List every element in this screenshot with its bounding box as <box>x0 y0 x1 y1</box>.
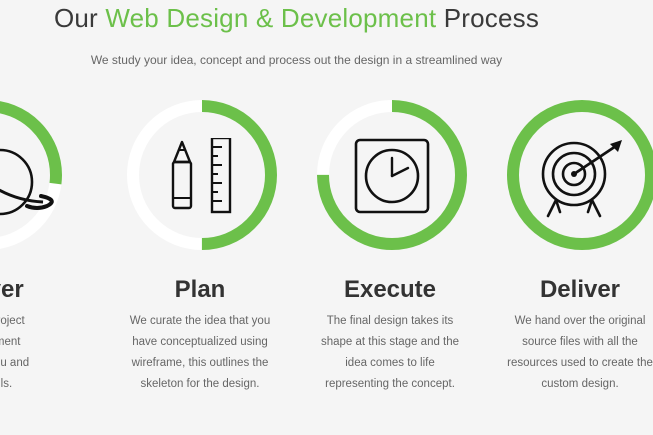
desc-line: have conceptualized using <box>132 336 268 348</box>
desc-line: sely with you and <box>0 357 30 369</box>
desc-line: tand the project <box>0 315 25 327</box>
desc-line: source files with all the <box>522 336 638 348</box>
desc-line: d requirement <box>0 336 21 348</box>
desc-line: idea comes to life <box>345 357 435 369</box>
desc-line: wn details. <box>0 378 13 390</box>
desc-line: shape at this stage and the <box>320 336 460 348</box>
section-subtitle: We study your idea, concept and process … <box>90 53 503 67</box>
step-title: Plan <box>174 276 226 303</box>
planet-icon <box>0 148 54 216</box>
desc-line: representing the concept. <box>325 378 455 390</box>
title-accent: Web Design & Development <box>105 3 437 33</box>
title-suffix: Process <box>443 3 540 33</box>
clock-icon <box>354 138 430 214</box>
step-title: scover <box>0 276 24 303</box>
pencil-ruler-icon <box>171 138 232 214</box>
desc-line: custom design. <box>541 378 619 390</box>
section-title: Our Web Design & Development Process <box>0 3 593 34</box>
process-section: Our Web Design & Development Process We … <box>0 0 653 435</box>
step-description: We curate the idea that you have concept… <box>100 311 300 395</box>
title-prefix: Our <box>53 3 98 33</box>
target-icon <box>541 140 622 218</box>
step-description: tand the project d requirement sely with… <box>0 311 85 395</box>
desc-line: skeleton for the design. <box>140 378 260 390</box>
desc-line: We curate the idea that you <box>129 315 271 327</box>
desc-line: We hand over the original <box>514 315 646 327</box>
step-title: Execute <box>343 276 437 303</box>
step-title: Deliver <box>539 276 621 303</box>
desc-line: wireframe, this outlines the <box>131 357 269 369</box>
step-description: We hand over the original source files w… <box>480 311 653 395</box>
step-description: The final design takes its shape at this… <box>290 311 490 395</box>
desc-line: The final design takes its <box>326 315 454 327</box>
desc-line: resources used to create the <box>507 357 653 369</box>
